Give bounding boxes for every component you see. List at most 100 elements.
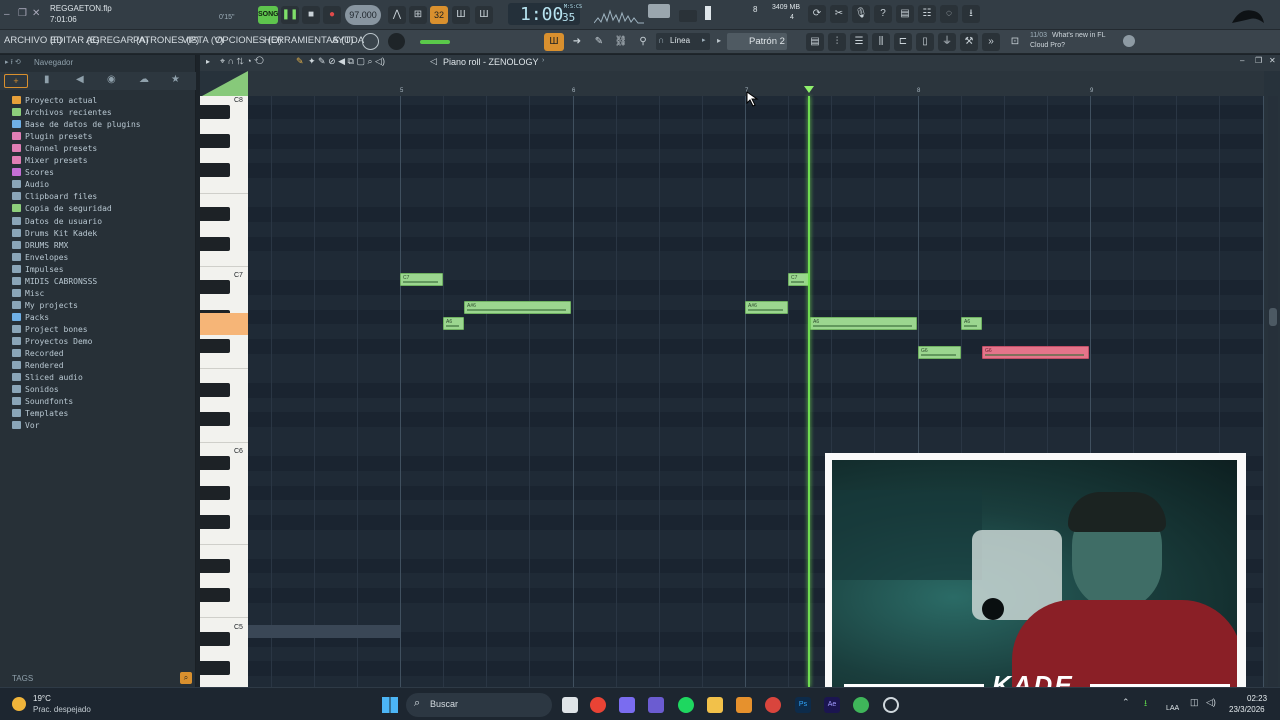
browser-item[interactable]: Project bones	[12, 324, 88, 334]
browser-item[interactable]: Archivos recientes	[12, 108, 112, 117]
master-pitch-knob[interactable]	[648, 4, 670, 18]
midi-note[interactable]: C7	[400, 273, 443, 286]
after-effects-icon[interactable]: Ae	[824, 697, 840, 713]
weather-icon[interactable]	[12, 697, 26, 711]
link-icon[interactable]: ⛓	[612, 33, 630, 51]
browser-item[interactable]: Recorded	[12, 349, 64, 358]
stamp-icon[interactable]: ⚲	[634, 33, 652, 51]
browser-item[interactable]: Sliced audio	[12, 373, 83, 382]
task-view-icon[interactable]	[562, 697, 578, 713]
vertical-scrollbar[interactable]	[1268, 96, 1278, 687]
browser-tab-star-icon[interactable]: ★	[171, 74, 180, 85]
close-icon[interactable]: ✕	[32, 8, 40, 19]
pause-button[interactable]: ❚❚	[281, 6, 299, 24]
draw-icon[interactable]: ✎	[590, 33, 608, 51]
midi-note[interactable]: A#6	[464, 301, 571, 314]
weather-temp[interactable]: 19°C	[33, 694, 51, 703]
browser-arrow-icon[interactable]: ▸ ⭱ ⟲	[5, 58, 21, 69]
browser-item[interactable]: Base de datos de plugins	[12, 120, 141, 129]
black-key[interactable]	[200, 236, 230, 251]
browser-item[interactable]: Rendered	[12, 361, 64, 370]
restore-icon[interactable]: ❐	[18, 8, 27, 19]
title-arrow-icon[interactable]: ›	[542, 57, 544, 64]
fl-studio-icon[interactable]	[736, 697, 752, 713]
browser-item[interactable]: Datos de usuario	[12, 216, 102, 226]
step-edit-button[interactable]: Ш	[452, 6, 470, 24]
start-button-icon[interactable]	[382, 697, 398, 713]
cart-icon[interactable]: ⊡	[1006, 33, 1024, 51]
browser-item[interactable]: DRUMS RMX	[12, 240, 68, 250]
spotify-icon[interactable]	[678, 697, 694, 713]
edit-tools-icon[interactable]: ✦ ✎ ⊘ ◀ ⧉ ▢ ⌕ ◁)	[308, 56, 385, 67]
browser-item[interactable]: Impulses	[12, 264, 64, 274]
pattern-length-button[interactable]: 32	[430, 6, 448, 24]
browser-tab-cloud-icon[interactable]: ☁	[139, 74, 149, 85]
black-key[interactable]	[200, 558, 230, 573]
black-key[interactable]	[200, 207, 230, 222]
mixer-window-icon[interactable]: ☰	[850, 33, 868, 51]
record-button[interactable]: ●	[323, 6, 341, 24]
chat-icon[interactable]: ◌	[940, 5, 958, 23]
plug-icon[interactable]: ⏚	[938, 33, 956, 51]
midi-note[interactable]: A6	[961, 317, 982, 330]
browser-item[interactable]: Plugin presets	[12, 132, 92, 141]
hierarchy-icon[interactable]: ⊏	[894, 33, 912, 51]
channel-rack-icon[interactable]: ⫶	[828, 33, 846, 51]
black-key[interactable]	[200, 104, 230, 119]
news-title[interactable]: What's new in FL	[1052, 32, 1105, 39]
tray-app-icon[interactable]: ⭳	[1144, 696, 1147, 712]
black-key[interactable]	[200, 133, 230, 148]
stop-button[interactable]: ■	[302, 6, 320, 24]
teams-icon[interactable]	[648, 697, 664, 713]
song-position-display[interactable]: 1:00 M:S:CS 35	[508, 3, 582, 25]
cast-icon[interactable]: »	[982, 33, 1000, 51]
master-volume-slider[interactable]	[679, 10, 697, 22]
browser-item[interactable]: Audio	[12, 180, 49, 189]
tempo-display[interactable]: 97.000	[345, 5, 381, 25]
black-key[interactable]	[200, 163, 230, 178]
black-key[interactable]	[200, 588, 230, 603]
midi-note[interactable]: A#6	[745, 301, 788, 314]
faders-icon[interactable]: ⫼	[872, 33, 890, 51]
browser-item[interactable]: Mixer presets	[12, 156, 88, 165]
tray-chevron-icon[interactable]: ⌃	[1122, 697, 1130, 708]
davinci-icon[interactable]	[765, 697, 781, 713]
browser-item[interactable]: Copia de seguridad	[12, 204, 112, 213]
scroll-thumb[interactable]	[1269, 308, 1277, 326]
photoshop-icon[interactable]: Ps	[795, 697, 811, 713]
midi-note[interactable]: G6	[982, 346, 1089, 359]
playhead-marker-icon[interactable]	[804, 86, 814, 93]
piano-roll-menu-icon[interactable]: ▸	[206, 57, 210, 66]
black-key[interactable]	[200, 412, 230, 427]
pattern-prev-icon[interactable]: ▸	[717, 36, 721, 45]
app-green-icon[interactable]	[853, 697, 869, 713]
master-knob[interactable]	[388, 33, 405, 50]
settings-icon[interactable]	[883, 697, 899, 713]
weather-desc[interactable]: Prac. despejado	[33, 705, 91, 714]
mixer-icon[interactable]: ☷	[918, 5, 936, 23]
black-key[interactable]	[200, 485, 230, 500]
black-key[interactable]	[200, 661, 230, 676]
mic-icon[interactable]: 🎙	[852, 5, 870, 23]
clock-time[interactable]: 02:23	[1247, 694, 1267, 703]
browser-tab-plugins-icon[interactable]: ◀	[76, 74, 84, 85]
browser-tab-sounds-icon[interactable]: ◉	[107, 74, 116, 85]
tool-icon[interactable]: ⚒	[960, 33, 978, 51]
tools-icon[interactable]: ✂	[830, 5, 848, 23]
browser-item[interactable]: Proyecto actual	[12, 96, 97, 105]
volume-icon[interactable]: ◁)	[1206, 697, 1216, 708]
black-key[interactable]	[200, 632, 230, 647]
language-indicator[interactable]: LAA	[1166, 705, 1179, 712]
black-key[interactable]	[200, 514, 230, 529]
song-mode-button[interactable]: SONG	[258, 6, 279, 24]
browser-tab-files-icon[interactable]: ▮	[44, 74, 50, 85]
browser-item[interactable]: Soundfonts	[12, 397, 73, 406]
maximize-icon[interactable]: ❐	[1255, 56, 1262, 65]
black-key[interactable]	[200, 383, 230, 397]
browser-item[interactable]: Misc	[12, 288, 44, 298]
save-icon[interactable]: ▤	[896, 5, 914, 23]
explorer-icon[interactable]	[707, 697, 723, 713]
midi-note[interactable]: G6	[918, 346, 961, 359]
help-icon[interactable]: ?	[874, 5, 892, 23]
browser-item[interactable]: MIDIS CABRONSSS	[12, 276, 97, 286]
